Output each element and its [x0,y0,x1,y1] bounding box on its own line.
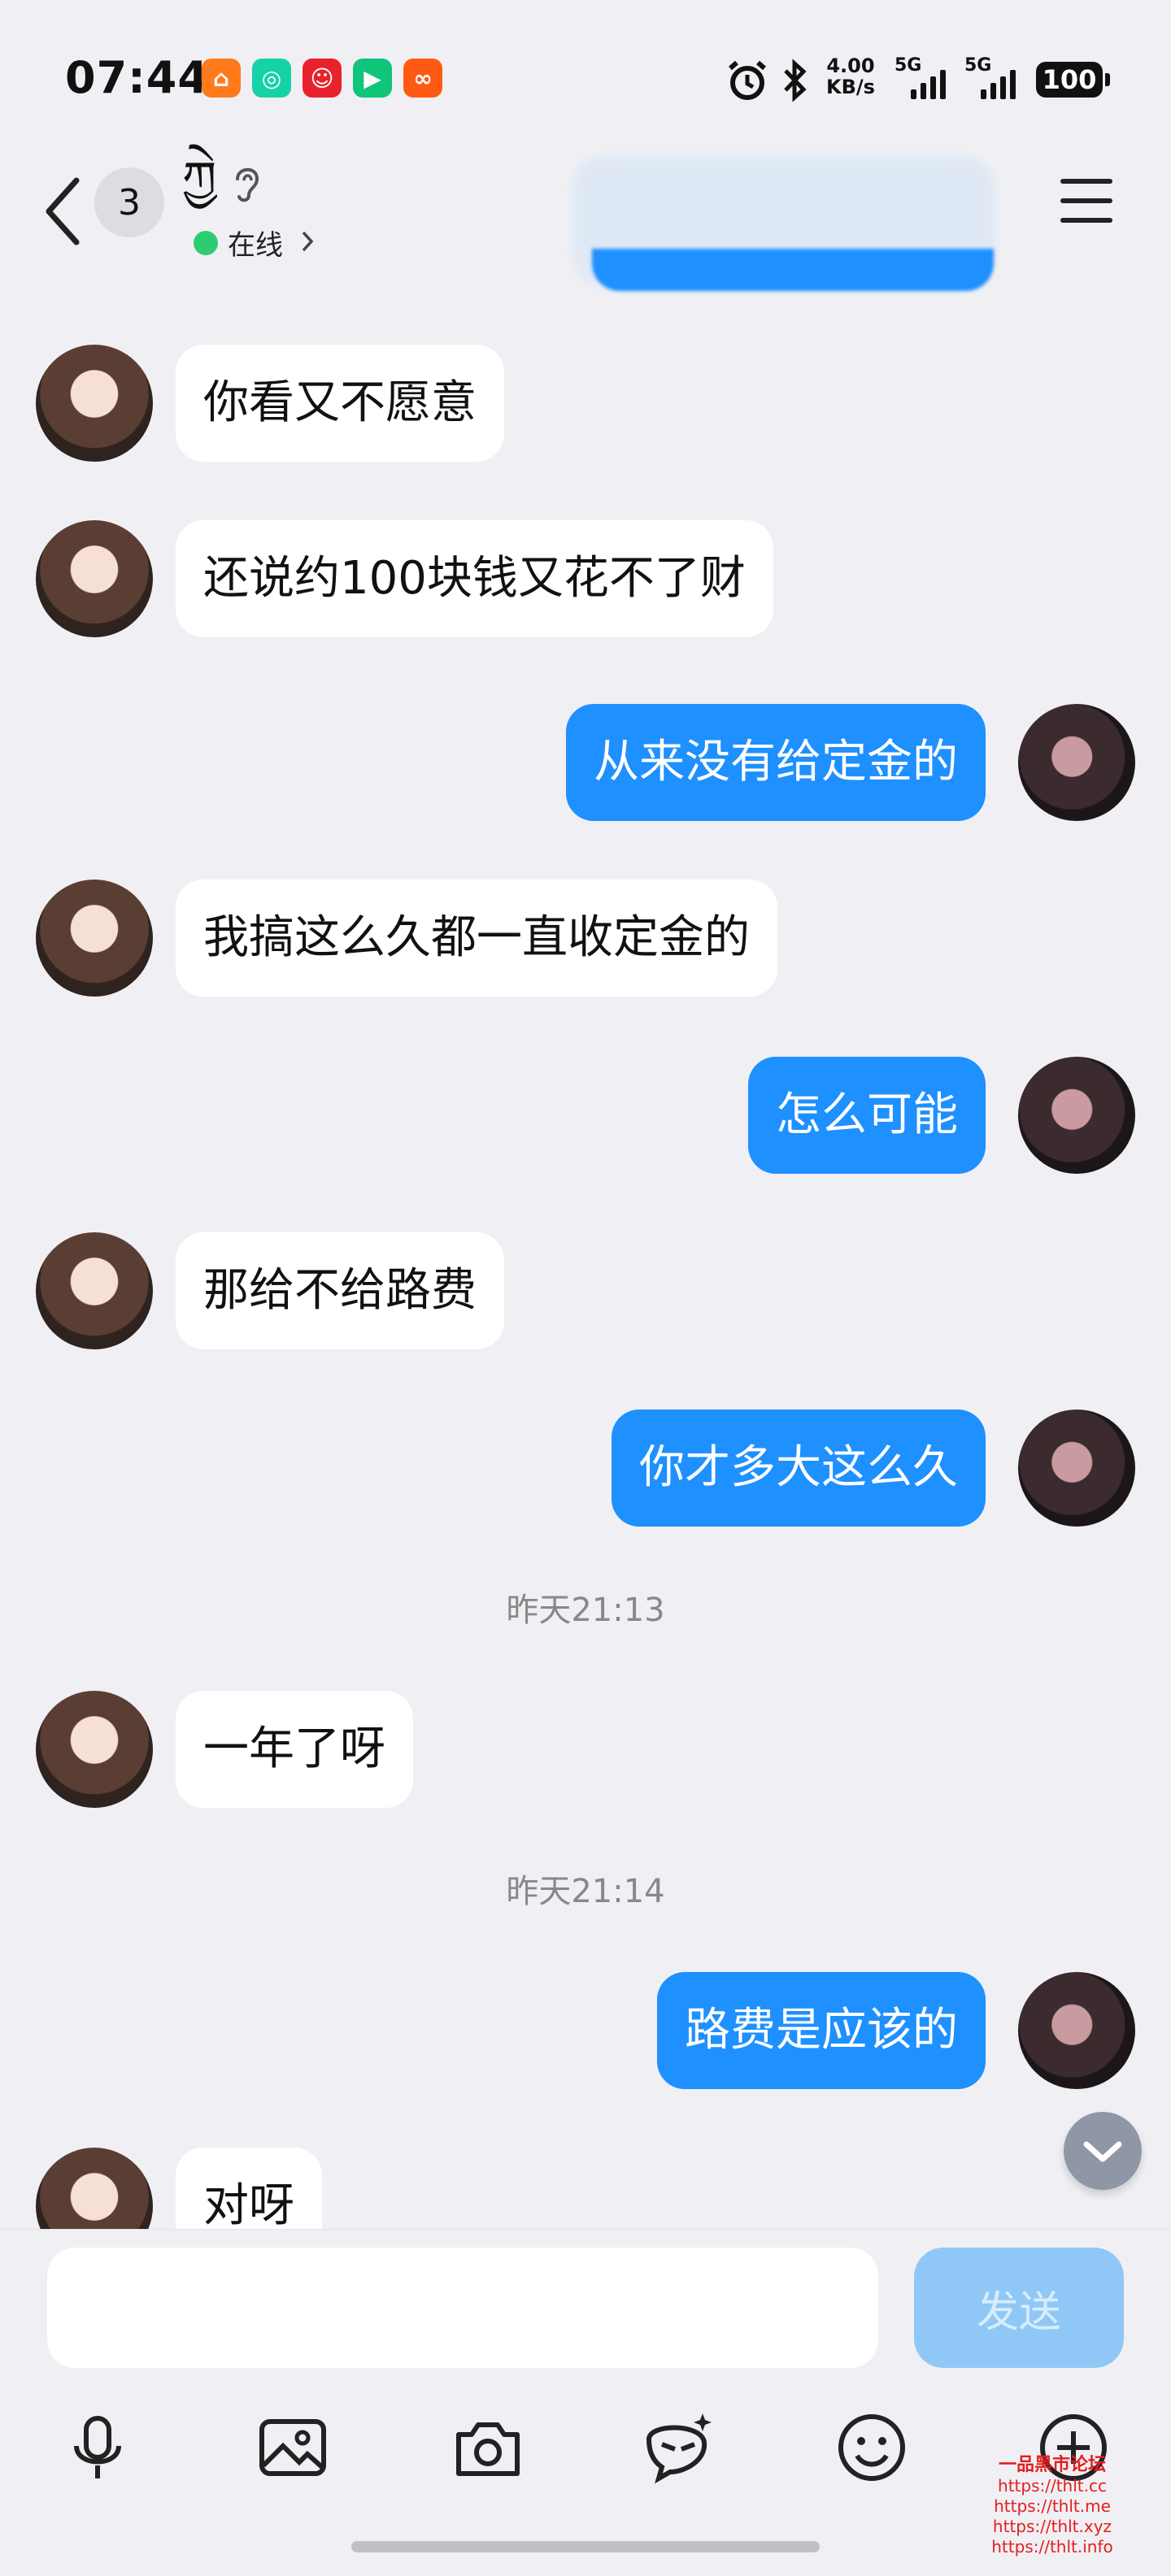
contact-avatar[interactable] [36,880,153,997]
my-avatar[interactable] [1018,1057,1135,1174]
home-indicator[interactable] [351,2541,820,2552]
signal-2-icon [981,68,1016,99]
message-timestamp: 昨天21:14 [506,1873,665,1910]
online-status-text[interactable]: 在线 [228,223,283,263]
outgoing-message[interactable]: 从来没有给定金的 [566,704,986,821]
camera-icon[interactable] [447,2407,529,2488]
contact-avatar[interactable] [36,1691,153,1808]
message-timestamp: 昨天21:13 [506,1592,665,1629]
alarm-icon [729,60,766,100]
unread-count-badge[interactable]: 3 [94,167,164,237]
ai-assistant-icon[interactable] [638,2407,719,2488]
kuaishou-icon: ∞ [403,59,442,98]
camera-app-icon: ◎ [252,59,291,98]
my-avatar[interactable] [1018,1972,1135,2089]
menu-button[interactable] [1060,179,1117,228]
incoming-message[interactable]: 一年了呀 [176,1691,413,1808]
outgoing-message[interactable]: 你才多大这么久 [612,1410,986,1527]
message-input[interactable] [47,2248,878,2368]
battery-icon: 100 [1036,62,1110,98]
contact-name[interactable]: ཀྱེ [182,151,216,208]
contact-avatar[interactable] [36,345,153,462]
scrolled-message-peek [592,249,994,291]
contact-avatar[interactable] [36,1232,153,1349]
incoming-message[interactable]: 对呀 [176,2148,322,2229]
back-button[interactable] [36,171,93,252]
video-app-icon: ▶ [353,59,392,98]
incoming-message[interactable]: 我搞这么久都一直收定金的 [176,880,777,997]
bluetooth-icon [784,59,807,102]
contact-avatar[interactable] [36,2148,153,2229]
scroll-to-bottom-button[interactable] [1064,2112,1142,2190]
watermark-url: https://thlt.cc [998,2476,1107,2496]
watermark-url: https://thlt.info [991,2537,1113,2556]
emoji-icon[interactable] [831,2407,912,2488]
incoming-message[interactable]: 你看又不愿意 [176,345,504,462]
status-time: 07:44 [65,52,209,103]
chevron-right-icon[interactable] [299,229,316,254]
microphone-icon[interactable] [57,2407,138,2488]
online-status-dot [194,231,218,255]
contact-avatar[interactable] [36,520,153,637]
incoming-message[interactable]: 还说约100块钱又花不了财 [176,520,773,637]
incoming-message[interactable]: 那给不给路费 [176,1232,504,1349]
message-row: 对呀 [0,2148,1171,2229]
watermark: 一品黑市论坛 https://thlt.cc https://thlt.me h… [986,2453,1119,2557]
watermark-url: https://thlt.me [994,2496,1111,2516]
network-speed: 4.00 KB/s [826,55,875,98]
outgoing-message[interactable]: 路费是应该的 [657,1972,986,2089]
send-button[interactable]: 发送 [914,2248,1124,2368]
my-avatar[interactable] [1018,704,1135,821]
status-bar: 07:44 ⌂ ◎ ☺ ▶ ∞ 4.00 KB/s 5G 5G 100 [0,0,1171,146]
ear-icon[interactable] [229,163,265,206]
my-avatar[interactable] [1018,1410,1135,1527]
net-speed-value: 4.00 [826,54,875,77]
pinduoduo-icon: ☺ [303,59,342,98]
watermark-url: https://thlt.xyz [992,2517,1112,2536]
outgoing-message[interactable]: 怎么可能 [748,1057,986,1174]
watermark-title: 一品黑市论坛 [998,2454,1106,2475]
signal-1-icon [911,68,946,99]
image-icon[interactable] [252,2407,333,2488]
taobao-icon: ⌂ [202,59,241,98]
chat-header: 3 ཀྱེ 在线 [0,146,1171,291]
net-speed-unit: KB/s [826,76,875,98]
